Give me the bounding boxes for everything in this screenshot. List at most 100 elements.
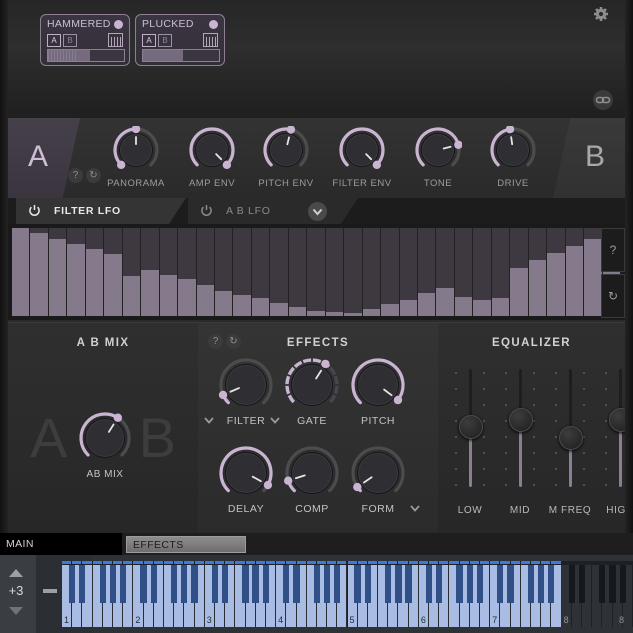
piano-black-key[interactable] [334,565,341,603]
piano-black-key[interactable] [150,565,157,603]
knob-gate[interactable]: GATE [284,357,340,427]
lfo-step[interactable] [122,228,142,316]
lfo-step[interactable] [528,228,548,316]
piano-black-key[interactable] [497,565,504,603]
lfo-step[interactable] [288,228,308,316]
help-icon[interactable]: ? [601,228,625,272]
piano-black-key[interactable] [354,565,361,603]
lfo-step-sequencer[interactable] [8,224,625,320]
tab-main[interactable]: MAIN [0,533,122,555]
piano-black-key[interactable] [527,565,535,603]
lfo-step[interactable] [491,228,511,316]
knob-drive[interactable]: DRIVE [489,125,537,189]
keyboard-icon[interactable] [108,33,123,47]
piano-black-key[interactable] [293,565,300,603]
piano-black-key[interactable] [68,565,76,603]
knob-tone[interactable]: TONE [414,126,463,189]
piano-black-key[interactable] [242,565,249,603]
knob-filter[interactable]: FILTER [218,357,274,427]
reset-icon[interactable]: ↻ [601,274,625,318]
eq-handle[interactable] [509,407,533,432]
piano-black-key[interactable] [364,565,371,603]
lfo-steps[interactable] [12,228,621,316]
eq-slider-mid[interactable]: MID [500,369,540,516]
piano-black-key[interactable] [395,565,402,603]
knob-amp-env[interactable]: AMP ENV [188,126,236,189]
lfo-step[interactable] [178,228,197,316]
piano-black-key[interactable] [456,565,463,603]
panel-b-selector[interactable]: B [553,118,625,198]
lfo-step[interactable] [547,228,566,316]
preset-module[interactable]: PLUCKED A B [135,14,225,66]
knob-ab-mix[interactable]: AB MIX [78,411,132,480]
lfo-step[interactable] [325,228,345,316]
lfo-tab-a-b-lfo[interactable]: A B LFO [188,198,358,224]
chevron-down-icon[interactable] [408,501,422,515]
knob-filter-env[interactable]: FILTER ENV [332,126,391,189]
knob-pitch[interactable]: PITCH [350,357,406,427]
lfo-step[interactable] [141,228,160,316]
power-icon[interactable] [200,204,213,217]
tab-effects[interactable]: EFFECTS [126,536,246,553]
lfo-step[interactable] [362,228,382,316]
preset-slot-b[interactable]: B [63,34,77,47]
lfo-step[interactable] [399,228,418,316]
keyboard-icon[interactable] [203,33,218,47]
piano-black-key[interactable] [323,565,331,603]
lfo-step[interactable] [381,228,400,316]
piano-black-key[interactable] [170,565,178,603]
piano-black-key[interactable] [99,565,106,603]
piano-black-key[interactable] [181,565,188,603]
piano-black-key[interactable] [313,565,320,603]
help-icon[interactable]: ? [208,334,223,349]
octave-stepper[interactable]: +3 [0,555,36,633]
lfo-step[interactable] [196,228,215,316]
preset-slot-b[interactable]: B [158,34,172,47]
piano-black-key[interactable] [619,565,626,603]
knob-delay[interactable]: DELAY [218,445,274,515]
eq-handle[interactable] [459,414,483,439]
lfo-step[interactable] [233,228,252,316]
piano-black-key[interactable] [436,565,443,603]
link-icon[interactable] [593,90,613,110]
piano-black-key[interactable] [191,565,198,603]
piano-black-key[interactable] [211,565,218,603]
piano-black-key[interactable] [578,565,586,603]
piano-black-key[interactable] [221,565,229,603]
eq-handle[interactable] [609,407,633,432]
piano-black-key[interactable] [476,565,484,603]
lfo-step[interactable] [565,228,585,316]
piano-black-key[interactable] [537,565,545,603]
knob-pitch-env[interactable]: PITCH ENV [258,125,313,189]
panel-a-selector[interactable]: A [8,118,80,198]
knob-comp[interactable]: COMP [284,445,340,515]
lfo-step[interactable] [307,228,326,316]
knob-form[interactable]: FORM [350,445,406,515]
minus-icon[interactable] [43,589,57,593]
piano-black-key[interactable] [599,565,606,603]
lfo-step[interactable] [214,228,234,316]
gear-icon[interactable] [593,6,609,22]
piano-black-key[interactable] [262,565,269,603]
triangle-up-icon[interactable] [9,569,23,577]
lfo-step[interactable] [48,228,68,316]
lfo-step[interactable] [67,228,86,316]
keyboard-gutter-left[interactable] [36,555,64,633]
chevron-down-icon[interactable] [202,413,216,427]
lfo-step[interactable] [251,228,271,316]
lfo-tab-filter-lfo[interactable]: FILTER LFO [16,198,186,224]
piano-black-key[interactable] [405,565,412,603]
piano-black-key[interactable] [568,565,575,603]
piano-black-key[interactable] [609,565,616,603]
piano-black-key[interactable] [140,565,147,603]
eq-slider-m-freq[interactable]: M FREQ [549,369,591,516]
lfo-step[interactable] [270,228,289,316]
piano-black-key[interactable] [119,565,127,603]
piano-keyboard[interactable]: 1 2 3 4 5 6 7 8 8 [62,561,633,627]
lfo-step[interactable] [12,228,31,316]
lfo-step[interactable] [85,228,105,316]
piano-black-key[interactable] [507,565,514,603]
reset-icon[interactable]: ↻ [226,334,241,349]
triangle-down-icon[interactable] [9,607,23,615]
power-icon[interactable] [28,204,41,217]
